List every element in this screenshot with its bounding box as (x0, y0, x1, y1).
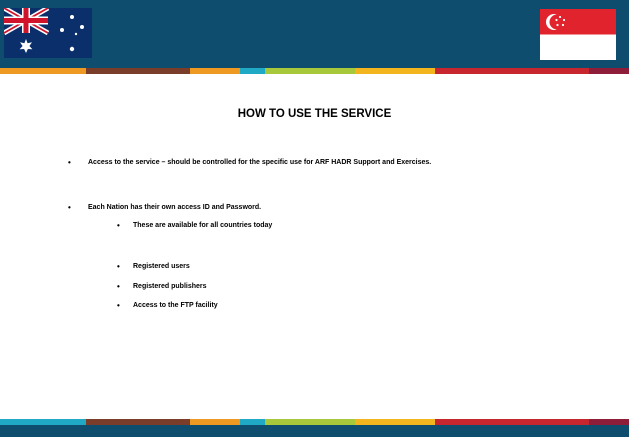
bullet-text: Each Nation has their own access ID and … (88, 204, 262, 211)
bullet-marker: • (68, 158, 71, 167)
sub-bullet-text: These are available for all countries to… (133, 222, 273, 229)
bullet-text: Access to the service – should be contro… (88, 159, 432, 166)
top-color-stripe (0, 68, 629, 74)
sub-bullet-item: • Registered publishers (117, 282, 537, 292)
sub-bullet-text: Access to the FTP facility (133, 302, 218, 309)
header-band (0, 0, 629, 68)
bullet-item: • Access to the service – should be cont… (68, 158, 548, 178)
australia-flag-icon (4, 8, 92, 58)
sub-bullet-item: • These are available for all countries … (117, 221, 537, 231)
slide-title: HOW TO USE THE SERVICE (237, 108, 392, 120)
bullet-marker: • (117, 282, 120, 291)
slide: HOW TO USE THE SERVICE • Access to the s… (0, 0, 629, 437)
bullet-marker: • (117, 221, 120, 230)
bullet-marker: • (117, 301, 120, 310)
sub-bullet-item: • Access to the FTP facility (117, 301, 537, 311)
singapore-flag-icon (540, 9, 616, 60)
bullet-marker: • (68, 203, 71, 212)
bullet-item: • Each Nation has their own access ID an… (68, 203, 548, 213)
sub-bullet-text: Registered publishers (133, 283, 207, 290)
sub-bullet-item: • Registered users (117, 262, 537, 272)
footer-band (0, 425, 629, 437)
sub-bullet-text: Registered users (133, 263, 190, 270)
bullet-marker: • (117, 262, 120, 271)
